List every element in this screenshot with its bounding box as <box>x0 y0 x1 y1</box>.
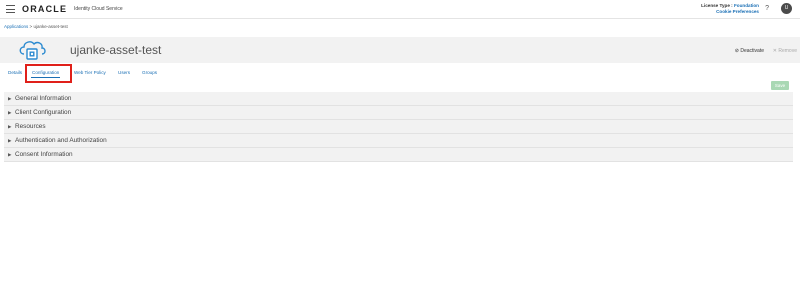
deactivate-icon: ⊘ <box>734 48 739 54</box>
help-icon[interactable]: ? <box>765 5 769 12</box>
caret-right-icon: ▶ <box>8 138 12 143</box>
license-type-value[interactable]: Foundation <box>734 3 759 8</box>
section-label: Client Configuration <box>15 109 72 116</box>
section-label: Authentication and Authorization <box>15 137 107 144</box>
breadcrumb-applications-link[interactable]: Applications <box>4 24 28 29</box>
remove-label: Remove <box>778 48 797 54</box>
tab-details[interactable]: Details <box>8 70 22 75</box>
section-resources[interactable]: ▶ Resources <box>4 120 793 134</box>
remove-button[interactable]: ✕ Remove <box>773 48 797 54</box>
section-general-information[interactable]: ▶ General Information <box>4 92 793 106</box>
license-info: License Type : Foundation Cookie Prefere… <box>701 3 759 15</box>
deactivate-button[interactable]: ⊘ Deactivate <box>735 48 764 54</box>
save-button[interactable]: Save <box>771 81 789 90</box>
tab-groups[interactable]: Groups <box>142 70 157 75</box>
license-type-label: License Type : <box>701 3 733 8</box>
deactivate-label: Deactivate <box>740 48 764 54</box>
section-consent-information[interactable]: ▶ Consent Information <box>4 148 793 162</box>
top-bar: ORACLE Identity Cloud Service License Ty… <box>0 0 800 19</box>
configuration-tab-highlight <box>25 64 72 83</box>
section-authentication-and-authorization[interactable]: ▶ Authentication and Authorization <box>4 134 793 148</box>
app-header: ujanke-asset-test ⊘ Deactivate ✕ Remove <box>0 37 800 63</box>
breadcrumb: Applications > ujanke-asset-test <box>4 24 68 29</box>
caret-right-icon: ▶ <box>8 96 12 101</box>
configuration-sections: ▶ General Information ▶ Client Configura… <box>4 92 793 162</box>
caret-right-icon: ▶ <box>8 124 12 129</box>
hamburger-menu-icon[interactable] <box>6 5 15 13</box>
cloud-app-icon <box>19 41 46 60</box>
app-name: Identity Cloud Service <box>74 6 123 12</box>
tab-web-tier-policy[interactable]: Web Tier Policy <box>74 70 106 75</box>
caret-right-icon: ▶ <box>8 110 12 115</box>
page-title: ujanke-asset-test <box>70 43 162 57</box>
remove-icon: ✕ <box>772 48 777 54</box>
section-label: Consent Information <box>15 151 73 158</box>
breadcrumb-current: ujanke-asset-test <box>33 24 68 29</box>
section-label: General Information <box>15 95 72 102</box>
avatar[interactable]: U <box>781 3 792 14</box>
section-client-configuration[interactable]: ▶ Client Configuration <box>4 106 793 120</box>
breadcrumb-separator: > <box>29 24 33 29</box>
tab-users[interactable]: Users <box>118 70 130 75</box>
section-label: Resources <box>15 123 46 130</box>
caret-right-icon: ▶ <box>8 152 12 157</box>
oracle-logo: ORACLE <box>22 4 68 14</box>
cookie-preferences-link[interactable]: Cookie Preferences <box>701 9 759 15</box>
